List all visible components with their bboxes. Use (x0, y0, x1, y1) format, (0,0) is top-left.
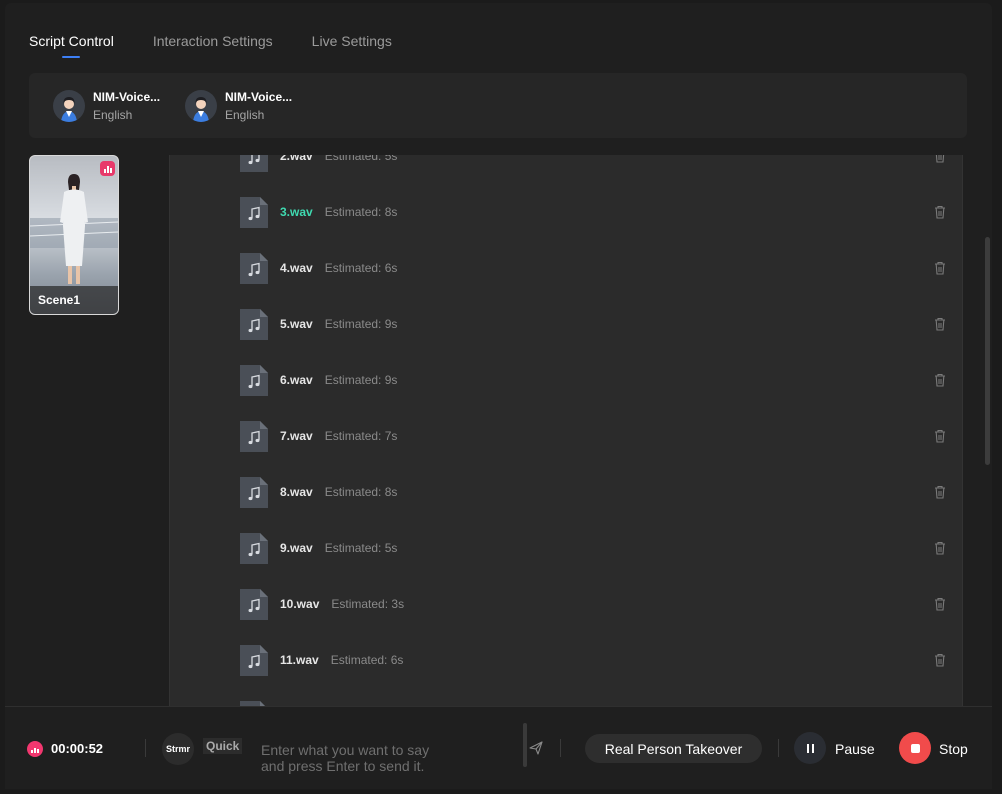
input-scrollbar[interactable] (523, 723, 527, 767)
script-row[interactable] (170, 688, 962, 706)
script-row[interactable]: 5.wav Estimated: 9s (170, 296, 962, 352)
script-filename: 8.wav Estimated: 8s (280, 485, 397, 499)
list-scrollbar[interactable] (985, 237, 990, 465)
script-row[interactable]: 4.wav Estimated: 6s (170, 240, 962, 296)
delete-icon[interactable] (934, 541, 946, 555)
scene-card[interactable]: Scene1 (29, 155, 119, 315)
estimated-duration: Estimated: 3s (331, 597, 405, 611)
voice-item[interactable]: NIM-Voice... English (53, 89, 161, 122)
script-filename: 2.wav Estimated: 5s (280, 155, 397, 163)
file-name: 6.wav (280, 373, 313, 387)
estimated-duration: Estimated: 9s (324, 317, 398, 331)
tab-live-settings[interactable]: Live Settings (312, 33, 392, 49)
audio-file-icon (240, 533, 268, 564)
estimated-duration: Estimated: 6s (324, 261, 398, 275)
file-name: 5.wav (280, 317, 313, 331)
audio-file-icon (240, 197, 268, 228)
audio-file-icon (240, 421, 268, 452)
estimated-duration: Estimated: 8s (324, 205, 398, 219)
delete-icon[interactable] (934, 485, 946, 499)
script-filename: 6.wav Estimated: 9s (280, 373, 397, 387)
script-row[interactable]: 3.wav Estimated: 8s (170, 184, 962, 240)
delete-icon[interactable] (934, 205, 946, 219)
script-row[interactable]: 7.wav Estimated: 7s (170, 408, 962, 464)
send-icon[interactable] (529, 741, 543, 755)
delete-icon[interactable] (934, 653, 946, 667)
script-filename: 4.wav Estimated: 6s (280, 261, 397, 275)
script-row[interactable]: 8.wav Estimated: 8s (170, 464, 962, 520)
voice-name: NIM-Voice... (93, 89, 161, 104)
tab-interaction-settings[interactable]: Interaction Settings (153, 33, 273, 49)
voice-name: NIM-Voice... (225, 89, 293, 104)
tab-bar: Script Control Interaction Settings Live… (29, 33, 392, 58)
delete-icon[interactable] (934, 155, 946, 163)
audio-file-icon (240, 645, 268, 676)
estimated-duration: Estimated: 6s (330, 653, 404, 667)
delete-icon[interactable] (934, 429, 946, 443)
file-name: 10.wav (280, 597, 320, 611)
control-bar: 00:00:52 Strmr Quick Real Person Takeove… (5, 706, 992, 789)
file-name: 8.wav (280, 485, 313, 499)
divider (778, 739, 779, 757)
estimated-duration: Estimated: 8s (324, 485, 398, 499)
file-name: 2.wav (280, 155, 313, 163)
estimated-duration: Estimated: 9s (324, 373, 398, 387)
streamer-avatar[interactable]: Strmr (162, 733, 194, 765)
script-row[interactable]: 9.wav Estimated: 5s (170, 520, 962, 576)
live-indicator-icon (100, 161, 115, 176)
estimated-duration: Estimated: 5s (324, 541, 398, 555)
audio-file-icon (240, 309, 268, 340)
script-filename: 3.wav Estimated: 8s (280, 205, 397, 219)
divider (145, 739, 146, 757)
script-row[interactable]: 10.wav Estimated: 3s (170, 576, 962, 632)
pause-label: Pause (835, 741, 875, 757)
audio-file-icon (240, 155, 268, 172)
script-filename: 11.wav Estimated: 6s (280, 653, 403, 667)
divider (560, 739, 561, 757)
scene-label: Scene1 (30, 286, 118, 314)
audio-file-icon (240, 365, 268, 396)
voice-list: NIM-Voice... English NIM-Voice... Englis… (29, 73, 967, 138)
quick-reply-button[interactable]: Quick (203, 738, 243, 754)
stop-label: Stop (939, 741, 968, 757)
avatar (185, 89, 217, 122)
live-recording-icon (27, 741, 43, 757)
delete-icon[interactable] (934, 373, 946, 387)
file-name: 11.wav (280, 653, 319, 667)
script-row[interactable]: 6.wav Estimated: 9s (170, 352, 962, 408)
pause-button[interactable] (794, 732, 826, 764)
audio-file-icon (240, 477, 268, 508)
tab-script-control[interactable]: Script Control (29, 33, 114, 58)
file-name: 7.wav (280, 429, 313, 443)
script-filename: 5.wav Estimated: 9s (280, 317, 397, 331)
script-filename: 10.wav Estimated: 3s (280, 597, 404, 611)
voice-language: English (225, 107, 265, 122)
file-name: 9.wav (280, 541, 313, 555)
live-timer: 00:00:52 (51, 741, 104, 756)
script-list[interactable]: 2.wav Estimated: 5s 3.wav Estimated: 8s 4.wa… (169, 155, 963, 706)
voice-item[interactable]: NIM-Voice... English (185, 89, 293, 122)
file-name: 4.wav (280, 261, 313, 275)
message-input[interactable] (261, 742, 451, 778)
real-person-takeover-button[interactable]: Real Person Takeover (585, 734, 762, 763)
estimated-duration: Estimated: 7s (324, 429, 398, 443)
estimated-duration: Estimated: 5s (324, 155, 398, 163)
script-filename: 9.wav Estimated: 5s (280, 541, 397, 555)
script-row[interactable]: 2.wav Estimated: 5s (170, 155, 962, 184)
audio-file-icon (240, 589, 268, 620)
file-name: 3.wav (280, 205, 313, 219)
delete-icon[interactable] (934, 597, 946, 611)
voice-language: English (93, 107, 133, 122)
delete-icon[interactable] (934, 261, 946, 275)
script-filename: 7.wav Estimated: 7s (280, 429, 397, 443)
script-row[interactable]: 11.wav Estimated: 6s (170, 632, 962, 688)
audio-file-icon (240, 253, 268, 284)
avatar (53, 89, 85, 122)
stop-button[interactable] (899, 732, 931, 764)
delete-icon[interactable] (934, 317, 946, 331)
